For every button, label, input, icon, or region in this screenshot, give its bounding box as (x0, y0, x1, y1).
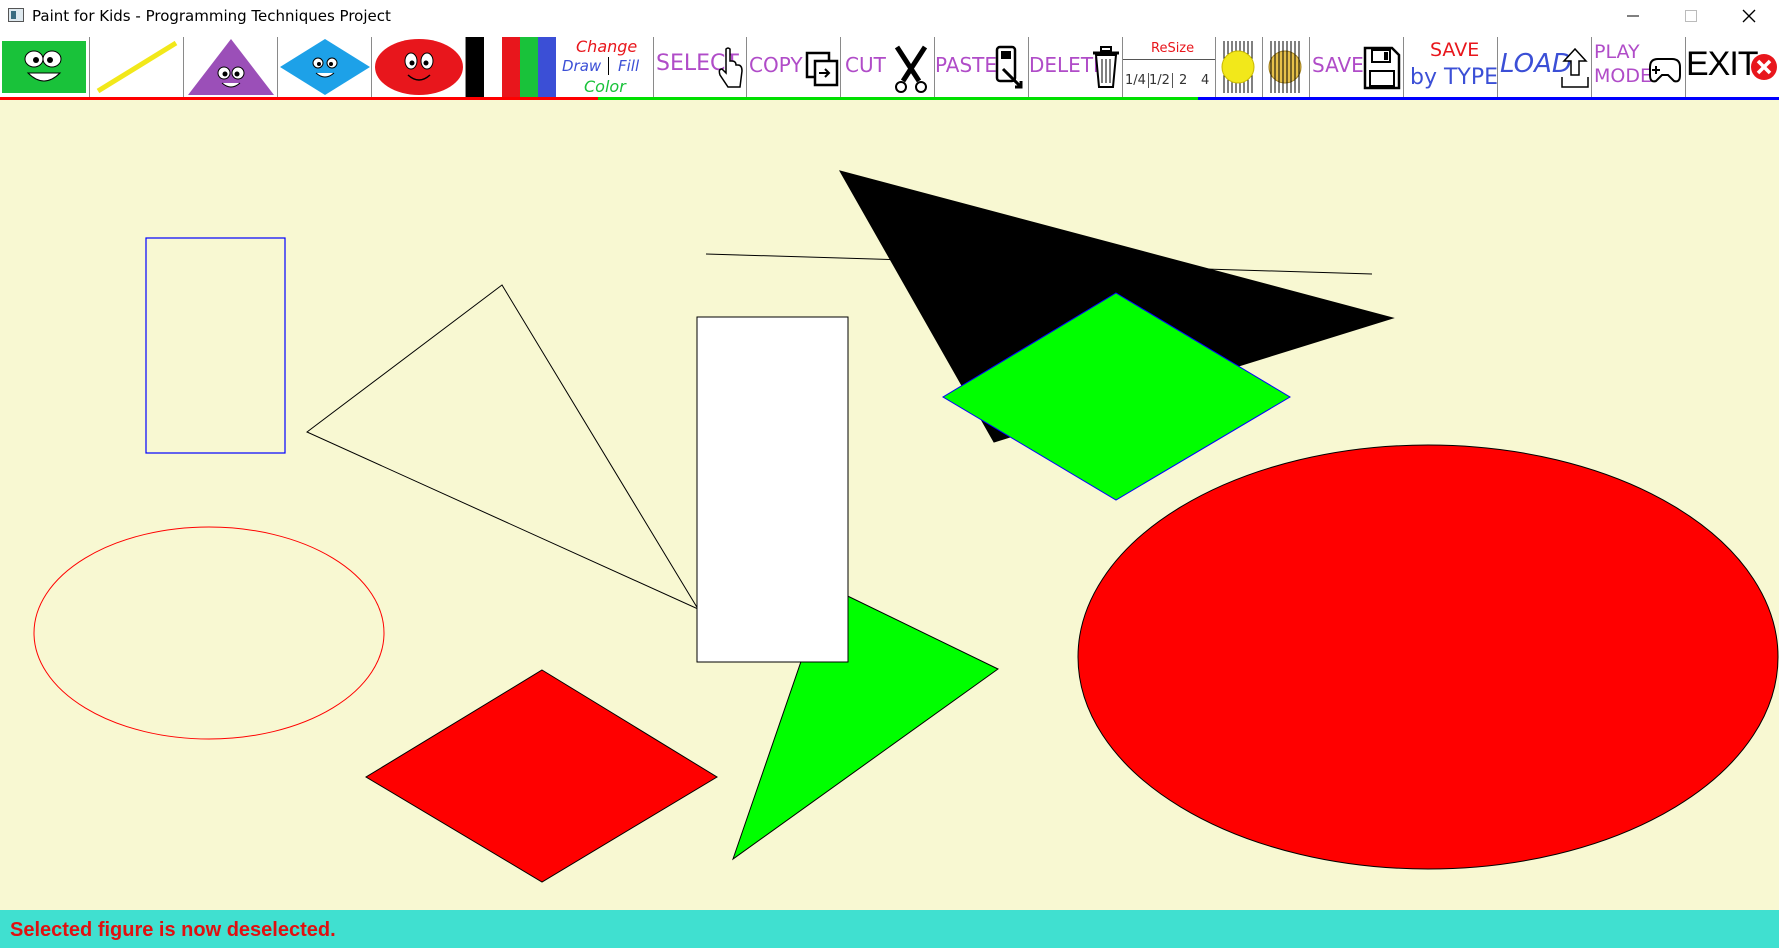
change-color-button[interactable]: Change Draw Fill Color (562, 37, 654, 97)
color-swatch-icon (466, 37, 556, 97)
swatch-white (484, 37, 502, 97)
red-filled-ellipse-figure[interactable] (1077, 444, 1779, 870)
paste-icon (995, 45, 1023, 89)
select-button[interactable]: SELECT (654, 37, 747, 97)
save-by-type-button[interactable]: SAVE by TYPE (1404, 37, 1498, 97)
copy-button[interactable]: COPY (747, 37, 841, 97)
swatch-green (520, 37, 538, 97)
floppy-disk-icon (1363, 46, 1401, 90)
play-mode-line1: PLAY (1594, 41, 1640, 63)
circle-outline-button[interactable] (1263, 37, 1310, 97)
red-outline-ellipse-figure[interactable] (33, 526, 385, 740)
play-mode-line2: MODE (1594, 65, 1652, 87)
circle-fill-button[interactable] (1216, 37, 1263, 97)
swatch-blue (538, 37, 556, 97)
delete-button[interactable]: DELETE (1029, 37, 1123, 97)
maximize-button[interactable] (1662, 0, 1720, 32)
save-by-type-line1: SAVE (1430, 39, 1480, 61)
outline-triangle-figure[interactable] (306, 284, 700, 611)
purple-triangle-face-icon (188, 39, 274, 95)
upload-icon (1561, 47, 1589, 88)
minimize-button[interactable] (1604, 0, 1662, 32)
cut-label: CUT (845, 53, 886, 77)
hand-pointer-icon (718, 47, 743, 88)
blue-rectangle-figure[interactable] (145, 237, 286, 454)
resize-group: ReSize 1/4 1/2 2 4 (1123, 37, 1216, 97)
title-bar: Paint for Kids - Programming Techniques … (0, 0, 1779, 34)
gamepad-icon (1649, 58, 1681, 83)
exit-label: EXIT (1686, 45, 1759, 83)
scissors-icon (894, 45, 928, 93)
copy-icon (805, 51, 839, 87)
drawing-canvas[interactable] (0, 100, 1779, 910)
app-icon (8, 8, 24, 22)
exit-icon (1751, 54, 1777, 80)
minimize-icon (1627, 15, 1639, 17)
change-label: Change (576, 37, 638, 56)
resize-quadruple-button[interactable]: 4 (1201, 73, 1209, 88)
yellow-circle-icon (1221, 41, 1255, 93)
striped-circle-icon (1268, 41, 1302, 93)
trash-icon (1093, 46, 1119, 88)
rectangle-tool-button[interactable] (0, 37, 90, 97)
cut-button[interactable]: CUT (841, 37, 935, 97)
red-ellipse-face-icon (375, 39, 463, 95)
load-button[interactable]: LOAD (1498, 37, 1592, 97)
window-title: Paint for Kids - Programming Techniques … (32, 7, 391, 25)
red-diamond-figure[interactable] (365, 669, 718, 883)
status-bar: Selected figure is now deselected. (0, 910, 1779, 948)
swatch-black (466, 37, 484, 97)
close-icon (1742, 9, 1756, 23)
swatch-red (502, 37, 520, 97)
copy-label: COPY (749, 53, 803, 77)
save-button[interactable]: SAVE (1310, 37, 1404, 97)
draw-label: Draw (562, 57, 602, 75)
green-rectangle-face-icon (2, 41, 86, 93)
white-rectangle-figure[interactable] (696, 316, 849, 663)
resize-quarter-button[interactable]: 1/4 (1125, 73, 1149, 88)
save-label: SAVE (1312, 53, 1364, 77)
line-tool-button[interactable] (90, 37, 184, 97)
exit-button[interactable]: EXIT (1686, 37, 1779, 97)
resize-double-button[interactable]: 2 (1179, 73, 1187, 88)
separator (608, 57, 609, 75)
ellipse-tool-button[interactable] (372, 37, 466, 97)
resize-half-button[interactable]: 1/2 (1149, 73, 1173, 88)
color-swatches[interactable] (466, 37, 562, 97)
close-window-button[interactable] (1720, 0, 1778, 32)
canvas-figures (33, 170, 1779, 883)
play-mode-button[interactable]: PLAY MODE (1592, 37, 1686, 97)
blue-diamond-face-icon (280, 39, 370, 95)
paste-button[interactable]: PASTE (935, 37, 1029, 97)
triangle-tool-button[interactable] (184, 37, 278, 97)
toolbar: Change Draw Fill Color SELECT COPY CUT P… (0, 34, 1779, 100)
fill-label: Fill (618, 57, 640, 75)
resize-label: ReSize (1151, 41, 1195, 56)
color-label: Color (584, 77, 626, 96)
status-message: Selected figure is now deselected. (10, 919, 336, 941)
save-by-type-line2: by TYPE (1410, 65, 1498, 90)
yellow-line-icon (96, 40, 178, 94)
maximize-icon (1685, 10, 1697, 22)
square-tool-button[interactable] (278, 37, 372, 97)
paste-label: PASTE (935, 53, 998, 77)
